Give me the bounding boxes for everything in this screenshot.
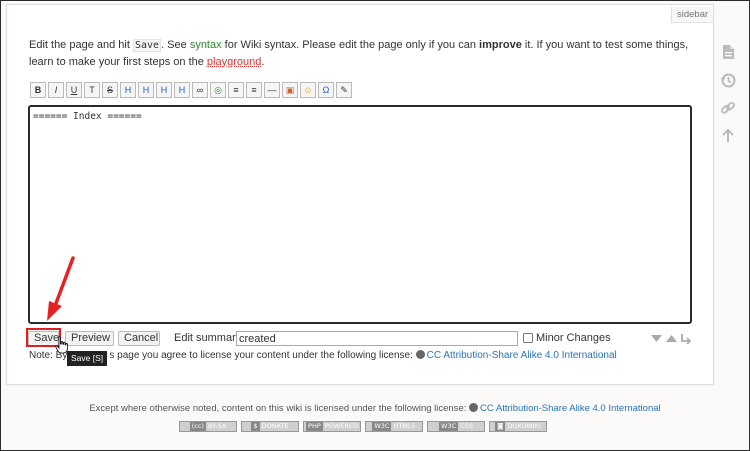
footer-cc-icon [469, 403, 479, 412]
underline-icon: U [70, 84, 78, 95]
php-badge[interactable]: PHP POWERED [303, 421, 361, 432]
signature-icon: ✎ [340, 84, 348, 95]
heading-same-button[interactable]: H [120, 82, 136, 98]
edit-summary-label: Edit summary [174, 332, 242, 344]
improve-text: improve [479, 39, 522, 51]
unordered-list-icon: ≡ [251, 84, 257, 95]
ordered-list-button[interactable]: ≡ [228, 82, 244, 98]
heading-menu-button[interactable]: H [174, 82, 190, 98]
backlinks-icon [721, 101, 735, 114]
editor-toolbar: B I U T S H H H H ∞ ◎ ≡ ≡ — ▣ ☺ Ω ✎ [30, 82, 352, 98]
cc-badge-text: BY-SA [207, 422, 227, 430]
shrink-editor-icon[interactable] [650, 333, 663, 344]
bold-button[interactable]: B [30, 82, 46, 98]
syntax-link[interactable]: syntax [190, 39, 222, 51]
italic-icon: I [54, 84, 58, 95]
external-link-icon: ◎ [214, 84, 222, 95]
unordered-list-button[interactable]: ≡ [246, 82, 262, 98]
heading-higher-button[interactable]: H [156, 82, 172, 98]
license-note: Note: By s page you agree to license your… [29, 350, 617, 361]
footer-license: Except where otherwise noted, content on… [89, 403, 661, 414]
hand-cursor-icon [55, 336, 68, 354]
monospace-button[interactable]: T [84, 82, 100, 98]
save-code: Save [132, 39, 162, 52]
cancel-button[interactable]: Cancel [118, 331, 160, 346]
w3c-html-badge-key: W3C [372, 422, 392, 431]
horizontal-rule-icon: — [267, 84, 277, 95]
edit-actions: Save Preview Cancel Edit summary Minor C… [26, 328, 698, 347]
heading-same-icon: H [124, 84, 132, 95]
dokuwiki-badge-key: ◙ [495, 422, 506, 431]
w3c-html-badge[interactable]: W3C HTML5 [365, 421, 423, 432]
old-revisions-icon [720, 73, 736, 88]
horizontal-rule-button[interactable]: — [264, 82, 280, 98]
signature-button[interactable]: ✎ [336, 82, 352, 98]
underline-button[interactable]: U [66, 82, 82, 98]
wiki-text-editor[interactable]: ====== Index ====== [28, 105, 692, 324]
back-to-top-icon [722, 128, 734, 142]
wrap-toggle-icon[interactable] [680, 333, 693, 344]
heading-lower-icon: H [142, 84, 150, 95]
special-chars-button[interactable]: Ω [318, 82, 334, 98]
save-tooltip: Save [S] [67, 351, 108, 366]
heading-lower-button[interactable]: H [138, 82, 154, 98]
smiley-button[interactable]: ☺ [300, 82, 316, 98]
dokuwiki-badge-text: DOKUWIKI [507, 422, 541, 430]
bold-icon: B [34, 84, 42, 95]
cc-icon [415, 350, 425, 359]
sidebar-tab[interactable]: sidebar [671, 7, 715, 23]
media-button[interactable]: ▣ [282, 82, 298, 98]
smiley-icon: ☺ [303, 84, 313, 95]
cc-badge[interactable]: (cc) BY-SA [179, 421, 237, 432]
edit-intro: Edit the page and hit Save. See syntax f… [29, 39, 689, 68]
w3c-html-badge-text: HTML5 [393, 422, 416, 430]
special-chars-icon: Ω [322, 84, 330, 95]
footer-badges: (cc) BY-SA $ DONATE PHP POWERED W3C HTML5 W3C CSS… [179, 421, 547, 432]
media-icon: ▣ [285, 84, 295, 95]
w3c-css-badge-text: CSS [460, 422, 473, 430]
cc-badge-key: (cc) [189, 422, 206, 431]
license-link[interactable]: CC Attribution-Share Alike 4.0 Internati… [427, 350, 617, 361]
strike-button[interactable]: S [102, 82, 118, 98]
edit-summary-input[interactable] [236, 331, 518, 346]
footer-license-link[interactable]: CC Attribution-Share Alike 4.0 Internati… [480, 403, 661, 414]
donate-badge-text: DONATE [261, 422, 289, 430]
strike-icon: S [106, 84, 113, 95]
donate-badge-key: $ [251, 422, 260, 431]
link-button[interactable]: ∞ [192, 82, 208, 98]
donate-badge[interactable]: $ DONATE [241, 421, 299, 432]
monospace-icon: T [89, 84, 95, 95]
editor-resize-controls [650, 333, 693, 344]
minor-changes-checkbox[interactable] [523, 333, 533, 343]
backlinks-tool[interactable] [719, 99, 737, 117]
preview-button[interactable]: Preview [65, 331, 114, 346]
grow-editor-icon[interactable] [665, 333, 678, 344]
show-page-tool[interactable] [719, 43, 737, 61]
php-badge-text: POWERED [324, 422, 358, 430]
heading-menu-icon: H [178, 84, 186, 95]
w3c-css-badge-key: W3C [439, 422, 459, 431]
back-to-top-tool[interactable] [719, 127, 737, 145]
external-link-button[interactable]: ◎ [210, 82, 226, 98]
show-page-icon [723, 45, 734, 59]
italic-button[interactable]: I [48, 82, 64, 98]
ordered-list-icon: ≡ [233, 84, 239, 95]
heading-higher-icon: H [160, 84, 168, 95]
link-icon: ∞ [196, 84, 204, 95]
old-revisions-tool[interactable] [719, 71, 737, 89]
minor-changes-label[interactable]: Minor Changes [536, 332, 611, 344]
w3c-css-badge[interactable]: W3C CSS [427, 421, 485, 432]
php-badge-key: PHP [306, 422, 323, 431]
dokuwiki-badge[interactable]: ◙ DOKUWIKI [489, 421, 547, 432]
playground-link[interactable]: playground [207, 56, 261, 68]
page-tools [719, 43, 739, 155]
